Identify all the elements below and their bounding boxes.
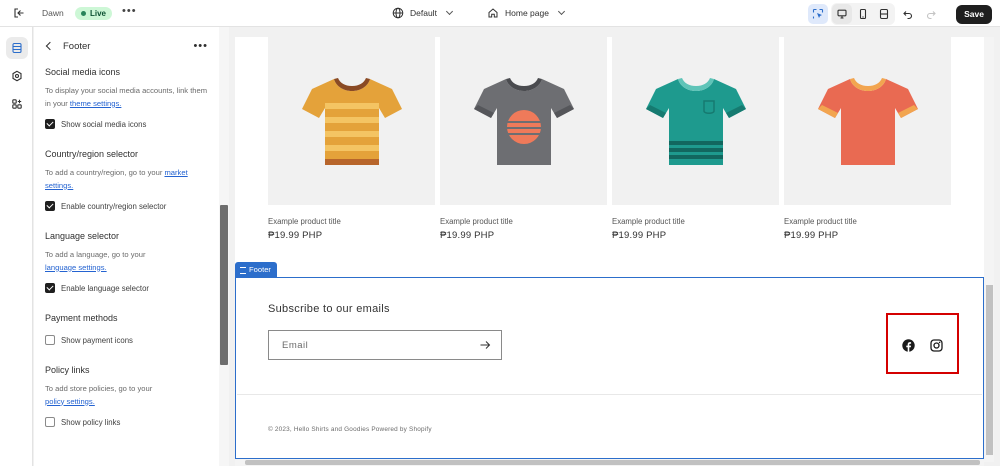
email-placeholder: Email (282, 339, 309, 351)
page-selector[interactable]: Home page (487, 7, 565, 19)
product-price: ₱19.99 PHP (612, 230, 667, 241)
language-section: Language selector To add a language, go … (45, 231, 210, 293)
checkbox-checked-icon[interactable] (45, 201, 55, 211)
section-title: Payment methods (45, 313, 118, 323)
globe-icon (392, 7, 404, 19)
back-arrow-icon[interactable] (45, 41, 55, 51)
panel-scrollbar-thumb[interactable] (220, 205, 228, 365)
tshirt-icon (301, 78, 402, 165)
checkbox-label: Enable language selector (61, 283, 149, 293)
section-title: Social media icons (45, 67, 121, 77)
product-card[interactable]: Example product title ₱19.99 PHP (440, 37, 607, 241)
email-input[interactable]: Email (268, 330, 502, 360)
product-image[interactable] (784, 37, 951, 205)
theme-selector-label: Default (410, 8, 437, 18)
section-description: To display your social media accounts, l… (45, 86, 208, 108)
tshirt-icon (645, 78, 746, 165)
live-badge: Live (75, 7, 113, 20)
more-options-icon[interactable]: ••• (193, 40, 208, 52)
payment-methods-section: Payment methods Show payment icons (45, 313, 210, 345)
policy-links-section: Policy links To add store policies, go t… (45, 365, 210, 427)
product-image[interactable] (268, 37, 435, 205)
subscribe-heading: Subscribe to our emails (268, 303, 390, 315)
product-title[interactable]: Example product title (612, 217, 779, 226)
tshirt-icon (473, 78, 574, 165)
topbar-actions: Save (808, 3, 992, 25)
checkbox-label: Show payment icons (61, 335, 133, 345)
chevron-down-icon (557, 7, 565, 16)
checkbox-checked-icon[interactable] (45, 119, 55, 129)
section-title: Language selector (45, 231, 120, 241)
app-embeds-icon[interactable] (6, 93, 28, 115)
social-media-section: Social media icons To display your socia… (45, 67, 210, 129)
preview-horizontal-scrollbar-thumb[interactable] (245, 460, 980, 465)
settings-panel: Footer ••• Social media icons To display… (34, 27, 219, 466)
footer-divider (237, 394, 982, 395)
show-policy-links-checkbox[interactable]: Show policy links (45, 417, 210, 427)
product-title[interactable]: Example product title (440, 217, 607, 226)
arrow-right-icon[interactable] (479, 339, 491, 351)
section-title: Country/region selector (45, 149, 139, 159)
product-price: ₱19.99 PHP (440, 230, 495, 241)
home-icon (488, 8, 498, 18)
product-grid: Example product title ₱19.99 PHP Example… (268, 37, 951, 241)
device-toggle (831, 3, 896, 25)
product-card[interactable]: Example product title ₱19.99 PHP (268, 37, 435, 241)
page-selector-label: Home page (505, 8, 549, 18)
enable-country-selector-checkbox[interactable]: Enable country/region selector (45, 201, 210, 211)
exit-icon[interactable] (12, 6, 26, 20)
checkbox-checked-icon[interactable] (45, 283, 55, 293)
product-card[interactable]: Example product title ₱19.99 PHP (784, 37, 951, 241)
mobile-icon[interactable] (853, 4, 873, 24)
instagram-icon[interactable] (930, 339, 943, 352)
checkbox-label: Show policy links (61, 417, 121, 427)
enable-language-selector-checkbox[interactable]: Enable language selector (45, 283, 210, 293)
editor-icon-rail (0, 27, 33, 466)
facebook-icon[interactable] (902, 339, 915, 352)
policy-settings-link[interactable]: policy settings. (45, 397, 95, 406)
checkbox-unchecked-icon[interactable] (45, 417, 55, 427)
sections-icon[interactable] (6, 37, 28, 59)
theme-settings-icon[interactable] (6, 65, 28, 87)
chevron-down-icon (445, 7, 453, 16)
language-settings-link[interactable]: language settings. (45, 263, 107, 272)
section-title: Policy links (45, 365, 90, 375)
panel-title: Footer (63, 40, 91, 52)
theme-name: Dawn (42, 8, 64, 18)
section-description: To add a language, go to your language s… (45, 250, 146, 272)
country-region-section: Country/region selector To add a country… (45, 149, 210, 211)
product-image[interactable] (612, 37, 779, 205)
panel-header: Footer ••• (34, 27, 219, 65)
product-card[interactable]: Example product title ₱19.99 PHP (612, 37, 779, 241)
undo-icon[interactable] (898, 4, 918, 24)
editor-topbar: Dawn Live ••• Default Home page Save (0, 0, 1000, 27)
checkbox-label: Enable country/region selector (61, 201, 167, 211)
panel-body: Social media icons To display your socia… (45, 67, 210, 447)
redo-icon[interactable] (921, 4, 941, 24)
product-image[interactable] (440, 37, 607, 205)
full-width-icon[interactable] (874, 4, 894, 24)
copyright-text: © 2023, Hello Shirts and Goodies Powered… (268, 426, 432, 433)
product-price: ₱19.99 PHP (268, 230, 323, 241)
product-title[interactable]: Example product title (268, 217, 435, 226)
inspector-icon[interactable] (808, 4, 829, 24)
preview-vertical-scrollbar-thumb[interactable] (986, 285, 993, 455)
section-description: To add a country/region, go to your mark… (45, 168, 188, 190)
more-actions-icon[interactable]: ••• (122, 5, 137, 17)
tshirt-icon (817, 78, 918, 165)
show-social-icons-checkbox[interactable]: Show social media icons (45, 119, 210, 129)
social-icons-highlight (886, 313, 959, 374)
save-button[interactable]: Save (956, 4, 992, 24)
theme-settings-link[interactable]: theme settings. (70, 99, 122, 108)
desktop-icon[interactable] (832, 4, 853, 24)
checkbox-label: Show social media icons (61, 119, 147, 129)
show-payment-icons-checkbox[interactable]: Show payment icons (45, 335, 210, 345)
footer-section-tag[interactable]: Footer (235, 262, 277, 277)
product-title[interactable]: Example product title (784, 217, 951, 226)
section-description: To add store policies, go to your policy… (45, 384, 153, 406)
theme-selector[interactable]: Default (392, 7, 453, 19)
product-price: ₱19.99 PHP (784, 230, 839, 241)
checkbox-unchecked-icon[interactable] (45, 335, 55, 345)
